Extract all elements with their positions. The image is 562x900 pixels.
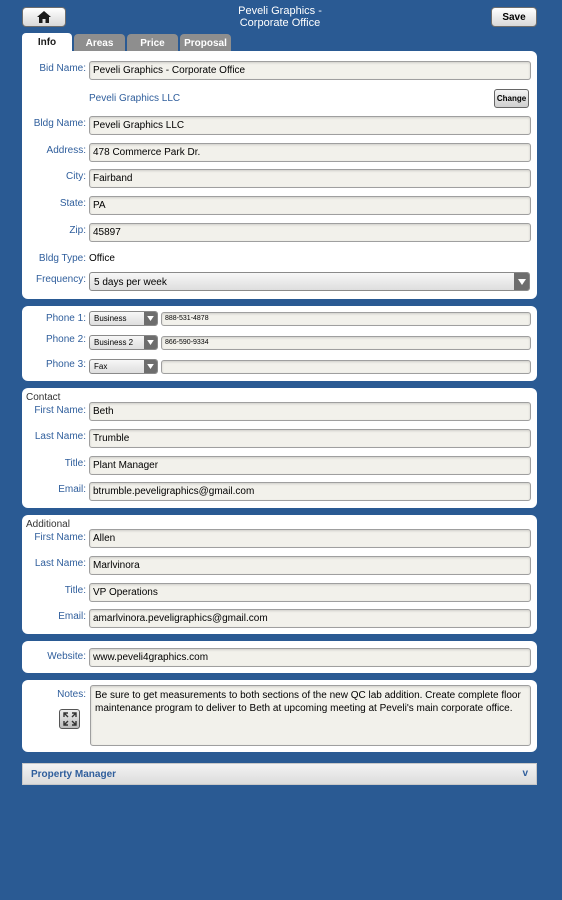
phones-card: Phone 1: Business 888-531-4878 Phone 2: … [22,306,537,381]
frequency-label: Frequency: [35,274,86,285]
additional-last-name-label: Last Name: [34,558,86,569]
triangle-down-icon [144,336,157,349]
city-field[interactable]: Fairband [89,169,531,188]
notes-card: Notes: Be sure to get measurements to bo… [22,680,537,752]
tab-areas[interactable]: Areas [74,34,125,52]
page-title-line2: Corporate Office [239,17,321,29]
phone2-label: Phone 2: [45,334,86,345]
bid-name-field[interactable]: Peveli Graphics - Corporate Office [89,61,531,80]
frequency-select[interactable]: 5 days per week [89,272,530,291]
contact-first-name-label: First Name: [34,405,86,416]
tab-info[interactable]: Info [22,33,72,52]
zip-field[interactable]: 45897 [89,223,531,242]
tab-price[interactable]: Price [127,34,178,52]
phone3-label: Phone 3: [45,359,86,370]
property-manager-label: Property Manager [31,769,117,780]
expand-arrows-icon [62,712,77,726]
contact-last-name-label: Last Name: [34,431,86,442]
zip-label: Zip: [69,225,86,236]
phone1-type-select[interactable]: Business [89,311,158,326]
additional-card: Additional First Name: Allen Last Name: … [22,515,537,634]
contact-email-field[interactable]: btrumble.peveligraphics@gmail.com [89,482,531,501]
website-label: Website: [47,651,86,662]
chevron-down-icon: v [522,768,528,779]
contact-first-name-field[interactable]: Beth [89,402,531,421]
notes-label: Notes: [57,689,86,700]
expand-notes-button[interactable] [59,709,80,729]
tab-proposal[interactable]: Proposal [180,34,231,52]
phone2-type-select[interactable]: Business 2 [89,335,158,350]
contact-section-label: Contact [26,392,61,403]
triangle-down-icon [144,360,157,373]
bldg-name-field[interactable]: Peveli Graphics LLC [89,116,531,135]
notes-textarea[interactable]: Be sure to get measurements to both sect… [90,685,531,746]
additional-section-label: Additional [26,519,70,530]
phone3-type-value: Fax [94,362,108,371]
contact-title-field[interactable]: Plant Manager [89,456,531,475]
contact-title-label: Title: [64,458,86,469]
contact-last-name-field[interactable]: Trumble [89,429,531,448]
bldg-type-value: Office [89,253,115,264]
save-button[interactable]: Save [491,7,537,27]
phone2-type-value: Business 2 [94,338,134,347]
phone2-number-field[interactable]: 866-590-9334 [161,336,531,350]
bid-name-label: Bid Name: [39,63,86,74]
info-card: Bid Name: Peveli Graphics - Corporate Of… [22,51,537,299]
triangle-down-icon [144,312,157,325]
additional-first-name-label: First Name: [34,532,86,543]
website-card: Website: www.peveli4graphics.com [22,641,537,673]
state-field[interactable]: PA [89,196,531,215]
page-title-line1: Peveli Graphics - [238,5,322,17]
bldg-name-label: Bldg Name: [33,118,86,129]
triangle-down-icon [514,273,529,290]
contact-email-label: Email: [58,484,86,495]
website-field[interactable]: www.peveli4graphics.com [89,648,531,667]
page-title: Peveli Graphics - Corporate Office [180,5,380,29]
phone1-number-field[interactable]: 888-531-4878 [161,312,531,326]
additional-title-field[interactable]: VP Operations [89,583,531,602]
additional-last-name-field[interactable]: Marlvinora [89,556,531,575]
phone3-number-field[interactable] [161,360,531,374]
property-manager-bar[interactable]: Property Manager v [22,763,537,785]
home-icon [37,11,51,23]
phone1-label: Phone 1: [45,313,86,324]
additional-first-name-field[interactable]: Allen [89,529,531,548]
city-label: City: [66,171,86,182]
contact-card: Contact First Name: Beth Last Name: Trum… [22,388,537,508]
address-field[interactable]: 478 Commerce Park Dr. [89,143,531,162]
state-label: State: [59,198,86,209]
additional-email-label: Email: [58,611,86,622]
phone3-type-select[interactable]: Fax [89,359,158,374]
additional-email-field[interactable]: amarlvinora.peveligraphics@gmail.com [89,609,531,628]
change-button[interactable]: Change [494,89,529,108]
company-link[interactable]: Peveli Graphics LLC [89,93,180,104]
address-label: Address: [46,145,86,156]
additional-title-label: Title: [64,585,86,596]
phone1-type-value: Business [94,314,127,323]
frequency-value: 5 days per week [94,277,167,288]
top-bar: Peveli Graphics - Corporate Office Save [0,0,562,33]
bldg-type-label: Bldg Type: [38,253,86,264]
home-button[interactable] [22,7,66,27]
